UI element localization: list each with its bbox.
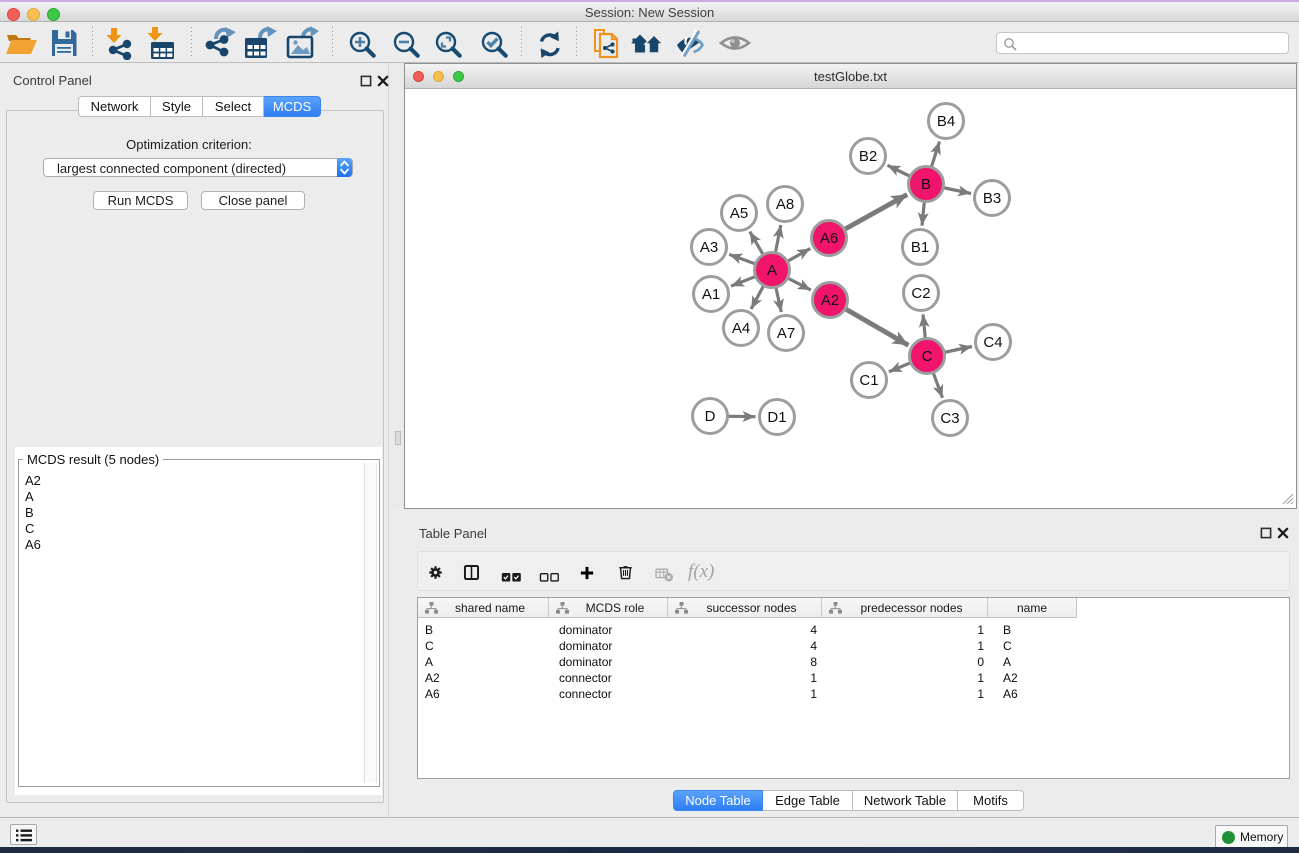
svg-text:A7: A7 [777, 325, 795, 342]
svg-text:A6: A6 [820, 230, 838, 247]
svg-text:B1: B1 [911, 239, 929, 256]
svg-text:D1: D1 [767, 409, 786, 426]
svg-text:C3: C3 [940, 410, 959, 427]
svg-text:C1: C1 [859, 372, 878, 389]
svg-text:B2: B2 [859, 148, 877, 165]
svg-text:D: D [705, 408, 716, 425]
svg-text:A8: A8 [776, 196, 794, 213]
svg-text:A2: A2 [821, 292, 839, 309]
svg-text:C4: C4 [983, 334, 1002, 351]
svg-text:C: C [922, 348, 933, 365]
svg-text:B: B [921, 176, 931, 193]
svg-text:C2: C2 [911, 285, 930, 302]
svg-text:A5: A5 [730, 205, 748, 222]
svg-text:A1: A1 [702, 286, 720, 303]
svg-text:B3: B3 [983, 190, 1001, 207]
svg-text:A: A [767, 262, 777, 279]
svg-text:B4: B4 [937, 113, 955, 130]
svg-text:A3: A3 [700, 239, 718, 256]
svg-text:A4: A4 [732, 320, 750, 337]
